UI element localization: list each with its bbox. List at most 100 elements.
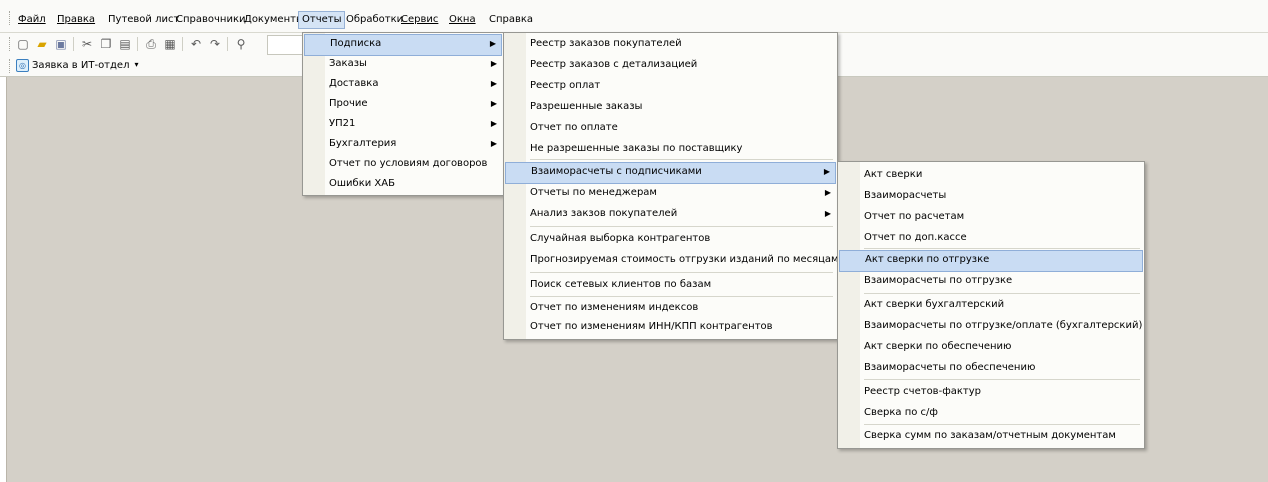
menu-item-subscriber-settlements[interactable]: Взаиморасчеты с подписчиками ▶ [505,162,836,184]
menu-item-invoices-registry[interactable]: Реестр счетов-фактур [838,382,1144,402]
menu-item-settlements-report[interactable]: Отчет по расчетам [838,207,1144,227]
submenu-arrow-icon: ▶ [490,99,497,108]
request-icon: ◎ [16,58,29,72]
cut-icon[interactable]: ✂ [79,36,95,52]
menu-item-label: Разрешенные заказы [530,101,643,112]
menu-item-forecast-shipping-cost[interactable]: Прогнозируемая стоимость отгрузки издани… [504,250,839,270]
redo-icon[interactable]: ↷ [207,36,223,52]
toolbar-grip[interactable] [9,37,11,51]
toolbar-separator [137,37,138,51]
submenu-arrow-icon: ▶ [824,209,831,218]
menu-item-index-changes-report[interactable]: Отчет по изменениям индексов [504,298,837,318]
menu-item-disallowed-orders-by-supplier[interactable]: Не разрешенные заказы по поставщику [504,139,837,159]
menu-item-label: Акт сверки бухгалтерский [864,299,1005,310]
menu-item-inn-kpp-changes-report[interactable]: Отчет по изменениям ИНН/КПП контрагентов [504,317,837,337]
menu-service[interactable]: Сервис [398,12,441,28]
menu-processing-label: Обработки [346,14,404,25]
menu-item-shipment-settlements[interactable]: Взаиморасчеты по отгрузке [838,271,1144,291]
menu-item-delivery[interactable]: Доставка ▶ [303,74,503,94]
menu-item-invoice-reconciliation[interactable]: Сверка по с/ф [838,403,1144,423]
menu-edit[interactable]: Правка [54,12,98,28]
menu-references-label: Справочники [176,14,246,25]
save-icon[interactable]: ▣ [53,36,69,52]
menu-item-label: Сверка сумм по заказам/отчетным документ… [864,430,1116,441]
menu-item-other[interactable]: Прочие ▶ [303,94,503,114]
menu-item-label: Доставка [329,78,379,89]
search-icon[interactable]: ⚲ [233,36,249,52]
menu-item-label: Отчет по изменениям ИНН/КПП контрагентов [530,321,773,332]
submenu-arrow-icon: ▶ [490,139,497,148]
menu-item-contract-terms-report[interactable]: Отчет по условиям договоров [303,154,503,174]
menu-item-label: УП21 [329,118,356,129]
toolbar-grip[interactable] [9,59,11,73]
undo-icon[interactable]: ↶ [188,36,204,52]
menu-item-label: Бухгалтерия [329,138,397,149]
print-icon[interactable]: ⎙ [143,36,159,52]
submenu-arrow-icon: ▶ [490,59,497,68]
menu-item-extra-cash-report[interactable]: Отчет по доп.кассе [838,228,1144,248]
menu-item-label: Не разрешенные заказы по поставщику [530,143,743,154]
copy-icon[interactable]: ❐ [98,36,114,52]
menu-item-customer-orders-analysis[interactable]: Анализ закзов покупателей ▶ [504,204,837,224]
menu-item-settlements[interactable]: Взаиморасчеты [838,186,1144,206]
menu-item-network-clients-search[interactable]: Поиск сетевых клиентов по базам [504,275,837,295]
menu-file[interactable]: Файл [15,12,49,28]
menu-reports[interactable]: Отчеты [298,11,346,29]
submenu-arrow-icon: ▶ [489,39,496,48]
menu-item-label: Реестр заказов с детализацией [530,59,698,70]
paste-icon[interactable]: ▤ [117,36,133,52]
menu-item-up21[interactable]: УП21 ▶ [303,114,503,134]
menu-item-label: Отчет по изменениям индексов [530,302,699,313]
menu-item-orders[interactable]: Заказы ▶ [303,54,503,74]
toolbar-separator [182,37,183,51]
menu-item-accounting-reconciliation-act[interactable]: Акт сверки бухгалтерский [838,295,1144,315]
menu-item-reconciliation-act[interactable]: Акт сверки [838,165,1144,185]
submenu-arrow-icon: ▶ [490,79,497,88]
menu-separator [864,379,1140,380]
it-ticket-label: Заявка в ИТ-отдел [32,60,130,71]
menu-item-order-sums-reconciliation[interactable]: Сверка сумм по заказам/отчетным документ… [838,426,1144,446]
menu-references[interactable]: Справочники [173,12,249,28]
menu-item-label: Акт сверки [864,169,923,180]
menu-item-hab-errors[interactable]: Ошибки ХАБ [303,174,503,194]
menu-item-payments-registry[interactable]: Реестр оплат [504,76,837,96]
menu-item-shipment-payment-settlements[interactable]: Взаиморасчеты по отгрузке/оплате (бухгал… [838,316,1144,336]
menu-item-label: Подписка [330,38,382,49]
menu-item-random-counterparties[interactable]: Случайная выборка контрагентов [504,229,837,249]
new-document-icon[interactable]: ▢ [15,36,31,52]
menu-item-customer-orders-registry[interactable]: Реестр заказов покупателей [504,34,837,54]
menu-service-label: Сервис [401,14,439,25]
menu-waybill[interactable]: Путевой лист [105,12,182,28]
menu-help[interactable]: Справка [486,12,536,28]
menu-item-label: Взаиморасчеты [864,190,947,201]
menu-item-shipment-reconciliation-act[interactable]: Акт сверки по отгрузке [839,250,1143,272]
menu-help-label: Справка [489,14,534,25]
menu-documents[interactable]: Документы [241,12,307,28]
menu-item-collateral-settlements[interactable]: Взаиморасчеты по обеспечению [838,358,1144,378]
menu-item-allowed-orders[interactable]: Разрешенные заказы [504,97,837,117]
menubar-grip[interactable] [9,11,11,25]
menu-item-collateral-reconciliation-act[interactable]: Акт сверки по обеспечению [838,337,1144,357]
chevron-down-icon[interactable]: ▾ [134,57,138,73]
menu-windows[interactable]: Окна [446,12,479,28]
menu-processing[interactable]: Обработки [343,12,406,28]
open-folder-icon[interactable]: ▰ [34,36,50,52]
menu-item-subscription[interactable]: Подписка ▶ [304,34,502,56]
it-ticket-button[interactable]: ◎ Заявка в ИТ-отдел ▾ [16,57,138,73]
menu-separator [864,248,1140,249]
menu-item-label: Отчет по доп.кассе [864,232,967,243]
menu-item-label: Прогнозируемая стоимость отгрузки издани… [530,254,839,265]
menu-separator [530,296,833,297]
menu-item-label: Поиск сетевых клиентов по базам [530,279,712,290]
menu-item-manager-reports[interactable]: Отчеты по менеджерам ▶ [504,183,837,203]
menu-item-label: Акт сверки по отгрузке [865,254,990,265]
menu-item-accounting[interactable]: Бухгалтерия ▶ [303,134,503,154]
menu-item-label: Ошибки ХАБ [329,178,395,189]
menu-item-label: Анализ закзов покупателей [530,208,678,219]
settlements-menu: Акт сверки Взаиморасчеты Отчет по расчет… [837,161,1145,449]
menu-item-orders-detailed-registry[interactable]: Реестр заказов с детализацией [504,55,837,75]
menu-item-label: Взаиморасчеты с подписчиками [531,166,702,177]
menu-item-label: Случайная выборка контрагентов [530,233,711,244]
menu-item-payment-report[interactable]: Отчет по оплате [504,118,837,138]
print-preview-icon[interactable]: ▦ [162,36,178,52]
